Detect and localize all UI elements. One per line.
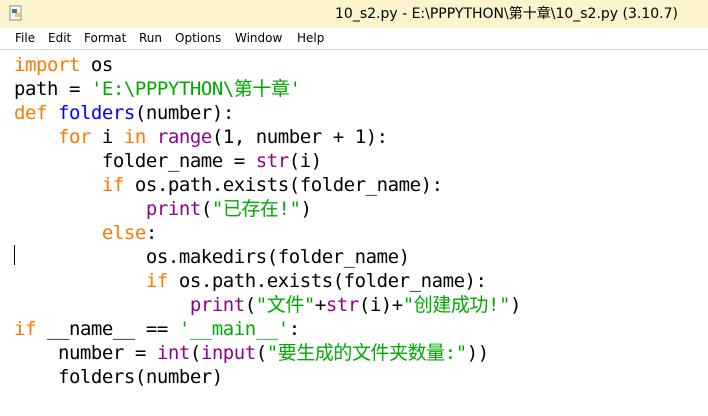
menu-file[interactable]: File bbox=[15, 31, 35, 45]
text-cursor bbox=[14, 245, 15, 265]
code-token: (i) bbox=[288, 150, 322, 172]
code-token: ( bbox=[255, 342, 267, 364]
code-token: ) bbox=[300, 198, 312, 220]
code-token: + bbox=[314, 294, 326, 316]
code-token: folders(number) bbox=[14, 366, 223, 388]
menu-bar: File Edit Format Run Options Window Help bbox=[0, 28, 708, 50]
window-title: 10_s2.py - E:\PPPYTHON\第十章\10_s2.py (3.1… bbox=[335, 6, 678, 22]
code-token: folders bbox=[57, 102, 135, 124]
code-line-10: if os.path.exists(folder_name): bbox=[14, 269, 487, 293]
code-line-1: import os bbox=[14, 53, 113, 77]
code-token: str bbox=[255, 150, 289, 172]
code-token: "要生成的文件夹数量:" bbox=[266, 342, 467, 364]
code-token: : bbox=[288, 318, 300, 340]
code-token: number = bbox=[14, 342, 157, 364]
code-line-11: print("文件"+str(i)+"创建成功!") bbox=[14, 293, 522, 317]
code-token: int bbox=[156, 342, 190, 364]
code-token: ( bbox=[200, 198, 212, 220]
code-token: )) bbox=[466, 342, 489, 364]
title-bar[interactable]: 10_s2.py - E:\PPPYTHON\第十章\10_s2.py (3.1… bbox=[0, 0, 708, 28]
code-line-14: folders(number) bbox=[14, 365, 223, 389]
code-token: "创建成功!" bbox=[402, 294, 511, 316]
code-line-4: for i in range(1, number + 1): bbox=[14, 125, 388, 149]
code-token: ) bbox=[509, 294, 521, 316]
menu-edit[interactable]: Edit bbox=[48, 31, 71, 45]
code-token: print bbox=[189, 294, 245, 316]
menu-window[interactable]: Window bbox=[235, 31, 282, 45]
code-token: '__main__' bbox=[178, 318, 289, 340]
code-token: (number): bbox=[134, 102, 234, 124]
code-token: : bbox=[145, 222, 157, 244]
code-token: (1, number + 1): bbox=[211, 126, 388, 148]
code-token: in bbox=[123, 126, 146, 148]
code-line-2: path = 'E:\PPPYTHON\第十章' bbox=[14, 77, 301, 101]
menu-format[interactable]: Format bbox=[84, 31, 126, 45]
idle-editor-window: 10_s2.py - E:\PPPYTHON\第十章\10_s2.py (3.1… bbox=[0, 0, 708, 416]
code-token: ( bbox=[189, 342, 201, 364]
menu-help[interactable]: Help bbox=[297, 31, 324, 45]
code-line-3: def folders(number): bbox=[14, 101, 234, 125]
code-token: if bbox=[14, 318, 36, 340]
code-token: ( bbox=[244, 294, 256, 316]
code-token: else bbox=[101, 222, 146, 244]
code-token: __name__ == bbox=[35, 318, 179, 340]
code-line-6: if os.path.exists(folder_name): bbox=[14, 173, 443, 197]
code-token: for bbox=[57, 126, 91, 148]
code-editor[interactable]: import os path = 'E:\PPPYTHON\第十章' def f… bbox=[0, 50, 708, 416]
code-line-8: else: bbox=[14, 221, 157, 245]
code-token: i bbox=[90, 126, 124, 148]
code-line-13: number = int(input("要生成的文件夹数量:")) bbox=[14, 341, 489, 365]
menu-options[interactable]: Options bbox=[175, 31, 221, 45]
code-token: os.makedirs(folder_name) bbox=[14, 246, 410, 268]
code-token: os.path.exists(folder_name): bbox=[123, 174, 443, 196]
code-token: path = bbox=[14, 78, 91, 100]
code-token: def bbox=[14, 102, 47, 124]
code-token: print bbox=[145, 198, 201, 220]
code-token: 'E:\PPPYTHON\第十章' bbox=[90, 78, 301, 100]
code-token: os bbox=[79, 54, 113, 76]
code-token: if bbox=[145, 270, 168, 292]
code-token: "已存在!" bbox=[211, 198, 301, 220]
code-token: "文件" bbox=[255, 294, 316, 316]
code-line-7: print("已存在!") bbox=[14, 197, 312, 221]
code-token: (i)+ bbox=[358, 294, 403, 316]
code-line-12: if __name__ == '__main__': bbox=[14, 317, 300, 341]
code-token: str bbox=[325, 294, 359, 316]
code-line-5: folder_name = str(i) bbox=[14, 149, 322, 173]
code-token: import bbox=[14, 54, 80, 76]
code-line-9: os.makedirs(folder_name) bbox=[14, 245, 410, 269]
code-token: folder_name = bbox=[14, 150, 256, 172]
code-token: if bbox=[101, 174, 124, 196]
menu-run[interactable]: Run bbox=[139, 31, 162, 45]
code-token: input bbox=[200, 342, 256, 364]
code-token: range bbox=[156, 126, 212, 148]
code-token: os.path.exists(folder_name): bbox=[167, 270, 487, 292]
